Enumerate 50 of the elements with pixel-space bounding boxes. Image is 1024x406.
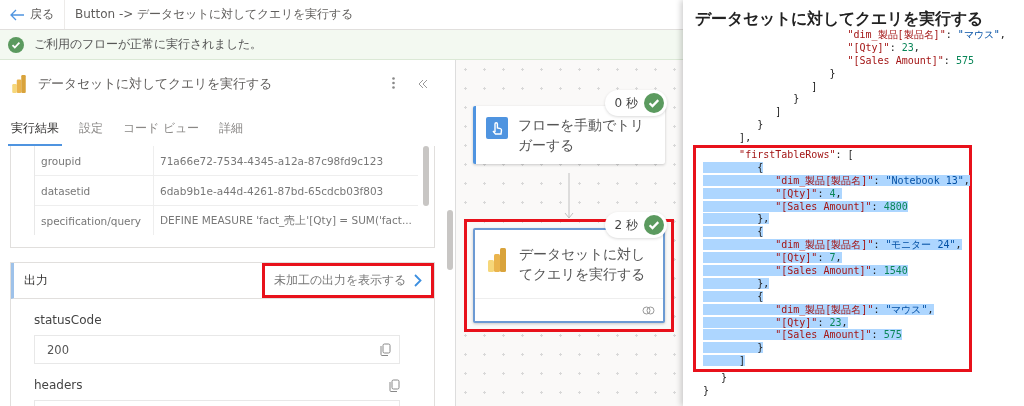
step-title: データセットに対してクエリを実行する [519, 245, 646, 284]
success-icon [644, 93, 664, 113]
code-line: ] [810, 80, 818, 92]
tab[interactable]: コード ビュー [120, 116, 202, 146]
field-label: headers [34, 378, 83, 392]
input-value: 6dab9b1e-a44d-4261-87bd-65cdcb03f803 [159, 184, 384, 197]
input-name: datasetid [35, 176, 154, 205]
code-line: "[Sales Amount]": 575 [846, 54, 974, 66]
input-value: 71a66e72-7534-4345-a12a-87c98fd9c123 [159, 154, 384, 167]
step-title: フローを手動でトリガーする [518, 116, 645, 155]
code-line: "[Qty]": 23, [846, 41, 920, 53]
code-line: } [703, 385, 710, 397]
code-line: } [828, 67, 836, 79]
duration-badge: 0 秒 [604, 90, 667, 116]
section-title: 出力 [24, 272, 49, 289]
success-icon [644, 215, 664, 235]
code-line: } [720, 372, 728, 384]
bar-chart-icon [485, 248, 509, 272]
code-line: "dim_製品[製品名]": "マウス", [846, 29, 1006, 40]
input-name: specification/query [35, 206, 154, 235]
scrollbar-thumb[interactable] [447, 210, 453, 270]
panel-title: データセットに対してクエリを実行する [694, 9, 984, 29]
field-label: statusCode [34, 313, 102, 327]
input-name: groupid [35, 146, 154, 175]
input-value: DEFINE MEASURE 'fact_売上'[Qty] = SUM('fact... [159, 213, 412, 228]
back-button[interactable]: 戻る [0, 0, 65, 29]
scrollbar-thumb[interactable] [423, 146, 429, 206]
tab[interactable]: 実行結果 [8, 116, 62, 146]
chevron-right-icon [414, 274, 422, 287]
success-icon [8, 36, 24, 53]
hand-pointer-icon [486, 117, 508, 139]
connector-arrow [564, 173, 574, 219]
code-line: ], [738, 132, 752, 144]
duration-badge: 2 秒 [604, 212, 667, 238]
tab[interactable]: 詳細 [215, 116, 246, 146]
panel-title: データセットに対してクエリを実行する [38, 75, 273, 93]
code-line: "firstTableRows": [ [738, 149, 854, 160]
breadcrumb: Button -> データセットに対してクエリを実行する [74, 6, 354, 23]
success-message: ご利用のフローが正常に実行されました。 [34, 36, 262, 53]
show-raw-output-link[interactable]: 未加工の出力を表示する [262, 263, 434, 298]
bar-chart-icon [10, 75, 28, 93]
copy-icon[interactable] [380, 343, 391, 356]
code-line: ] [774, 106, 782, 118]
code-line: } [792, 93, 800, 105]
copy-icon[interactable] [389, 378, 400, 392]
back-arrow-icon [10, 8, 24, 21]
output-field[interactable]: 200 [34, 335, 400, 364]
link-icon [642, 305, 655, 315]
tab[interactable]: 設定 [76, 116, 106, 146]
code-line: } [756, 119, 764, 131]
